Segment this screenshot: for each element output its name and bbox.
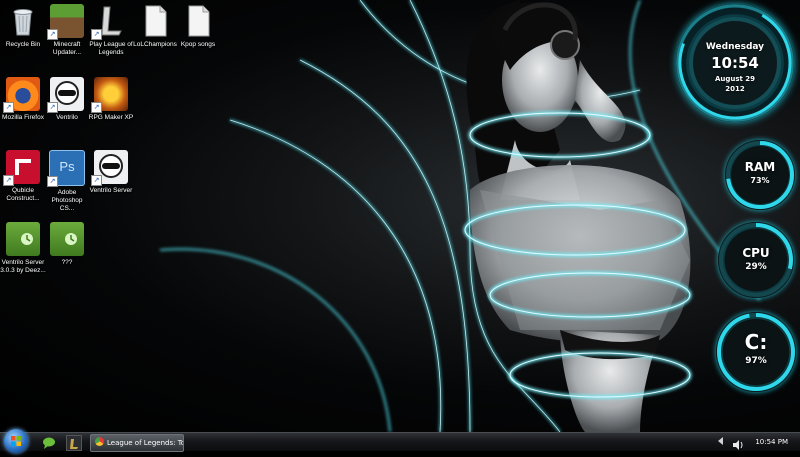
shortcut-arrow-icon: ↗ [47,176,58,187]
windows-logo-icon [11,436,21,446]
cpu-value: 29% [745,262,767,272]
ram-label: RAM [744,160,776,174]
shortcut-arrow-icon: ↗ [3,175,14,186]
league-of-legends-icon: ↗ [91,4,128,40]
ram-gauge: RAM 73% [725,140,795,210]
start-button[interactable] [4,429,28,453]
desktop-icon-ventrilo-server-folder[interactable]: Ventrilo Server 3.0.3 by Deez... [0,222,46,275]
taskbar-window-button[interactable]: League of Legends: Token I... [90,434,184,452]
taskbar-window-title: League of Legends: Token I... [107,439,183,447]
taskbar-clock[interactable]: 10:54 PM [755,433,788,451]
desktop-icon-league[interactable]: ↗ Play League of Legends [88,4,134,57]
arrow-icon[interactable] [718,437,723,445]
chrome-icon [95,437,104,446]
shortcut-arrow-icon: ↗ [91,29,102,40]
desktop-icon-label: Ventrilo Server [89,187,133,194]
cpu-label: CPU [742,246,770,260]
desktop-icon-label: Ventrilo Server 3.0.3 by Deez... [0,259,46,274]
winrar-folder-icon [6,222,40,256]
taskbar: League of Legends: Token I... 10:54 PM [0,429,800,453]
rpg-maker-icon: ↗ [91,77,128,113]
ventrilo-icon: ↗ [91,150,128,186]
league-of-legends-icon[interactable] [66,435,82,451]
desktop-icon-photoshop[interactable]: Ps ↗ Adobe Photoshop CS... [44,150,90,213]
shortcut-arrow-icon: ↗ [91,175,102,186]
desktop-icon-label: Play League of Legends [89,41,133,56]
system-tray: 10:54 PM [710,433,800,451]
desktop-icon-label: LoLChampions [133,41,177,48]
speaker-icon[interactable] [732,436,744,455]
blank-file-icon [138,4,172,38]
recycle-bin-icon [6,4,40,38]
desktop-icon-minecraft[interactable]: ↗ Minecraft Updater... [44,4,90,57]
disk-value: 97% [745,356,767,366]
clock-date: August 29 [714,75,756,83]
desktop-icon-label: RPG Maker XP [88,114,134,121]
cpu-ring [719,223,793,297]
desktop-icon-firefox[interactable]: ↗ Mozilla Firefox [0,77,46,122]
woman-figure [466,0,691,432]
firefox-icon: ↗ [3,77,40,113]
desktop-icon-label: Kpop songs [180,41,216,48]
minecraft-icon: ↗ [47,4,84,40]
winrar-folder-icon [50,222,84,256]
shortcut-arrow-icon: ↗ [91,102,102,113]
ram-ring [726,141,794,209]
clock-year: 2012 [725,85,745,93]
desktop-icon-label: Adobe Photoshop CS... [51,189,83,212]
blank-file-icon [181,4,215,38]
ram-value: 73% [750,176,770,185]
desktop-icon-recycle-bin[interactable]: Recycle Bin [0,4,46,49]
desktop-icon-lolchampions[interactable]: LoLChampions [132,4,178,49]
desktop-icon-ventrilo[interactable]: ↗ Ventrilo [44,77,90,122]
desktop-icon-kpop-songs[interactable]: Kpop songs [175,4,221,49]
shortcut-arrow-icon: ↗ [47,102,58,113]
shortcut-arrow-icon: ↗ [3,102,14,113]
chat-bubble-icon[interactable] [42,435,56,449]
desktop-icon-ventrilo-server[interactable]: ↗ Ventrilo Server [88,150,134,195]
desktop-icon-label: ??? [61,259,73,266]
disk-gauge: C: 97% [716,312,796,392]
photoshop-icon: Ps ↗ [47,150,85,187]
qubicle-icon: ↗ [3,150,40,186]
desktop-icon-label: Recycle Bin [5,41,41,48]
clock-widget: Wednesday 10:54 August 29 2012 [676,4,794,122]
desktop-icon-label: Ventrilo [56,114,78,121]
ventrilo-icon: ↗ [47,77,84,113]
desktop-icon-rpg-maker[interactable]: ↗ RPG Maker XP [88,77,134,122]
cpu-gauge: CPU 29% [718,222,794,298]
desktop-icon-label: Mozilla Firefox [2,114,44,121]
shortcut-arrow-icon: ↗ [47,29,58,40]
clock-day: Wednesday [705,42,765,52]
desktop-icon-qubicle[interactable]: ↗ Qubicle Construct... [0,150,46,203]
clock-time: 10:54 [711,54,759,72]
desktop-icon-unknown-folder[interactable]: ??? [44,222,90,267]
desktop-icon-label: Qubicle Construct... [6,187,40,202]
disk-label: C: [744,330,768,354]
desktop-icon-label: Minecraft Updater... [52,41,82,56]
